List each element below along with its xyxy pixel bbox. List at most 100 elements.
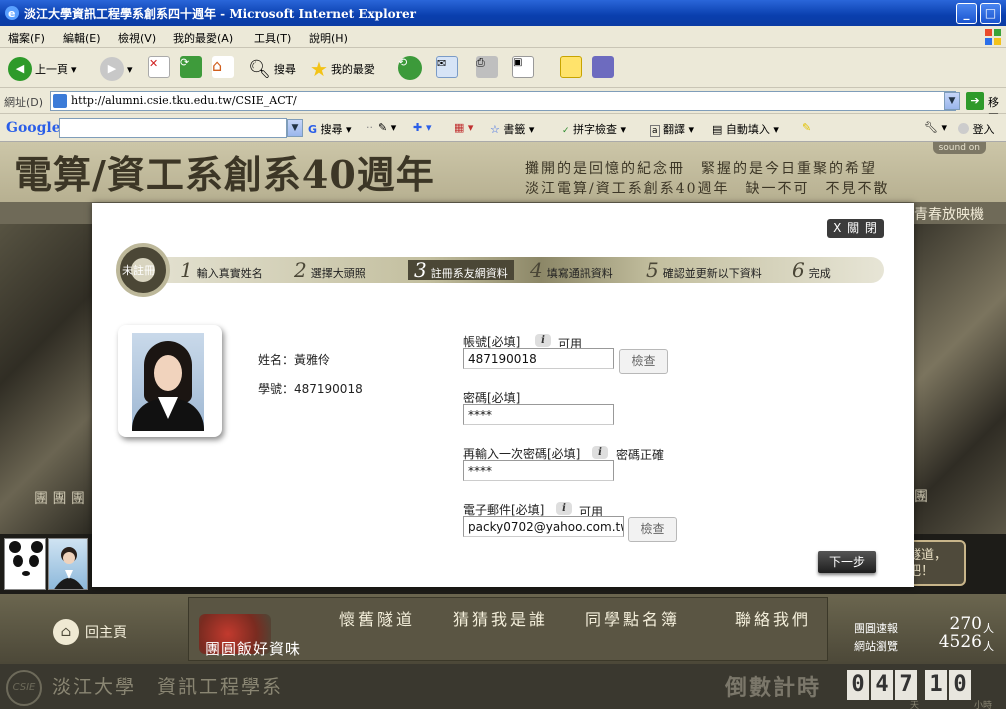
highlight-icon[interactable]: ✎: [802, 121, 811, 134]
youth-projector-link[interactable]: 青春放映機: [914, 204, 984, 224]
google-search-button[interactable]: G 搜尋 ▾: [308, 121, 352, 137]
menu-edit[interactable]: 編輯(E): [63, 30, 101, 46]
countdown-digit: 1: [925, 670, 947, 700]
search-button[interactable]: 🔍︎ 搜尋: [248, 56, 296, 82]
back-dropdown-icon[interactable]: ▾: [71, 63, 77, 76]
edit-page-icon[interactable]: ▣: [512, 56, 534, 78]
menu-favorites[interactable]: 我的最愛(A): [173, 30, 233, 46]
step-1: 1 輸入真實姓名: [180, 258, 263, 282]
account-input[interactable]: 487190018: [463, 348, 614, 369]
discuss-icon[interactable]: [560, 56, 582, 78]
history-icon[interactable]: ⟲: [398, 56, 422, 80]
password-input[interactable]: ****: [463, 404, 614, 425]
menu-help[interactable]: 說明(H): [309, 30, 348, 46]
countdown-digit: 0: [949, 670, 971, 700]
back-arrow-icon: ◀: [8, 57, 32, 81]
menu-bar: 檔案(F) 編輯(E) 檢視(V) 我的最愛(A) 工具(T) 說明(H): [0, 26, 1006, 48]
signin-icon: [958, 123, 969, 134]
hour-unit: 小時: [974, 701, 993, 709]
back-button[interactable]: ◀ 上一頁 ▾: [8, 56, 77, 82]
stop-icon[interactable]: ✕: [148, 56, 170, 78]
menu-file[interactable]: 檔案(F): [8, 30, 45, 46]
countdown-digit: 4: [871, 670, 893, 700]
google-news-icon[interactable]: ✎ ▾: [378, 121, 396, 134]
search-label: 搜尋: [273, 63, 296, 76]
home-button[interactable]: ⌂ 回主頁: [53, 619, 127, 645]
google-sep-icon: ··: [366, 121, 373, 134]
csie-logo: CSIE: [6, 670, 42, 706]
autofill-icon: ▤: [712, 123, 723, 136]
google-plus-icon[interactable]: ✚ ▾: [413, 121, 432, 134]
google-bookmarks-button[interactable]: ☆ 書籤 ▾: [490, 121, 534, 137]
forward-dropdown-icon[interactable]: ▾: [127, 63, 133, 76]
modal-close-button[interactable]: X 關 閉: [827, 219, 884, 238]
google-g-icon: G: [308, 123, 318, 136]
favorites-label: 我的最愛: [330, 63, 375, 76]
info-icon[interactable]: i: [535, 334, 551, 347]
panda-avatar[interactable]: [4, 538, 46, 590]
next-step-button[interactable]: 下一步: [818, 551, 876, 573]
sound-toggle[interactable]: sound on: [932, 142, 986, 154]
banner-title: 電算/資工系創系40週年: [14, 152, 435, 197]
messenger-icon[interactable]: [592, 56, 614, 78]
nav-roll-call[interactable]: 同學點名簿: [585, 606, 680, 630]
print-icon[interactable]: ⎙: [476, 56, 498, 78]
address-label: 網址(D): [4, 96, 44, 109]
main-nav: 懷舊隧道 猜猜我是誰 同學點名簿 聯絡我們 團圓飯好資味: [188, 597, 828, 661]
nav-guess-who[interactable]: 猜猜我是誰: [453, 606, 548, 630]
email-check-button[interactable]: 檢查: [628, 517, 677, 542]
nav-nostalgia[interactable]: 懷舊隧道: [339, 606, 415, 630]
reunion-dinner-link[interactable]: 團圓飯好資味: [205, 638, 301, 659]
wrench-icon[interactable]: 🔧︎ ▾: [924, 121, 947, 134]
photo-collage-right: 團: [914, 224, 1006, 534]
autofill-button[interactable]: ▤ 自動填入 ▾: [712, 121, 779, 137]
step-6: 6 完成: [792, 258, 831, 282]
site-footer: CSIE 淡江大學 資訊工程學系 倒數計時 0 4 7 天 1 0 小時: [0, 664, 1006, 709]
translate-button[interactable]: a 翻譯 ▾: [650, 121, 694, 137]
countdown-digit: 7: [895, 670, 917, 700]
refresh-icon[interactable]: ⟳: [180, 56, 202, 78]
address-dropdown-icon[interactable]: ▼: [944, 92, 960, 110]
email-input[interactable]: packy0702@yahoo.com.tw: [463, 516, 624, 537]
page-icon: [53, 94, 67, 108]
window-title: 淡江大學資訊工程學系創系四十週年 - Microsoft Internet Ex…: [24, 7, 416, 21]
address-url: http://alumni.csie.tku.edu.tw/CSIE_ACT/: [71, 94, 297, 107]
ie-icon: e: [4, 5, 20, 21]
maximize-button[interactable]: □: [980, 3, 1001, 24]
account-check-button[interactable]: 檢查: [619, 349, 668, 374]
menu-tools[interactable]: 工具(T): [254, 30, 291, 46]
address-input[interactable]: http://alumni.csie.tku.edu.tw/CSIE_ACT/: [50, 91, 956, 111]
home-label: 回主頁: [85, 625, 127, 641]
info-icon[interactable]: i: [556, 502, 572, 515]
banner-tagline-1: 攤開的是回憶的紀念冊 緊握的是今日重聚的希望: [525, 161, 877, 177]
abc-check-icon: ✓: [562, 126, 570, 136]
back-label: 上一頁: [35, 63, 68, 76]
mail-icon[interactable]: ✉: [436, 56, 458, 78]
favorites-button[interactable]: ★ 我的最愛: [310, 56, 375, 82]
signin-button[interactable]: 登入: [958, 121, 995, 137]
home-icon[interactable]: ⌂: [212, 56, 234, 78]
forward-arrow-icon: ▶: [100, 57, 124, 81]
bookmark-star-icon: ☆: [490, 123, 500, 136]
go-arrow-icon[interactable]: ➔: [966, 92, 984, 110]
graduate-thumbnail[interactable]: [48, 538, 88, 590]
step-4: 4 填寫通訊資料: [530, 258, 613, 282]
popup-blocker-icon[interactable]: ▦ ▾: [454, 121, 473, 134]
google-search-input[interactable]: [59, 118, 287, 138]
address-bar: 網址(D) http://alumni.csie.tku.edu.tw/CSIE…: [0, 88, 1006, 125]
minimize-button[interactable]: _: [956, 3, 977, 24]
menu-view[interactable]: 檢視(V): [118, 30, 156, 46]
confirm-password-input[interactable]: ****: [463, 460, 614, 481]
step-3-active: 3 註冊系友網資料: [408, 260, 514, 280]
forward-button[interactable]: ▶ ▾: [100, 56, 133, 82]
info-icon[interactable]: i: [592, 446, 608, 459]
spellcheck-button[interactable]: ✓ 拼字檢查 ▾: [562, 121, 626, 137]
photo-collage-left: 團 團 團: [0, 224, 92, 534]
countdown-label: 倒數計時: [725, 675, 822, 701]
nav-contact[interactable]: 聯絡我們: [735, 606, 811, 630]
step-start-badge: 未註冊: [116, 243, 170, 297]
site-banner: 電算/資工系創系40週年 攤開的是回憶的紀念冊 緊握的是今日重聚的希望 淡江電算…: [0, 142, 1006, 202]
magnifier-icon: 🔍︎: [248, 58, 271, 80]
google-dropdown-icon[interactable]: ▼: [287, 119, 303, 137]
profile-photo: [118, 325, 222, 437]
